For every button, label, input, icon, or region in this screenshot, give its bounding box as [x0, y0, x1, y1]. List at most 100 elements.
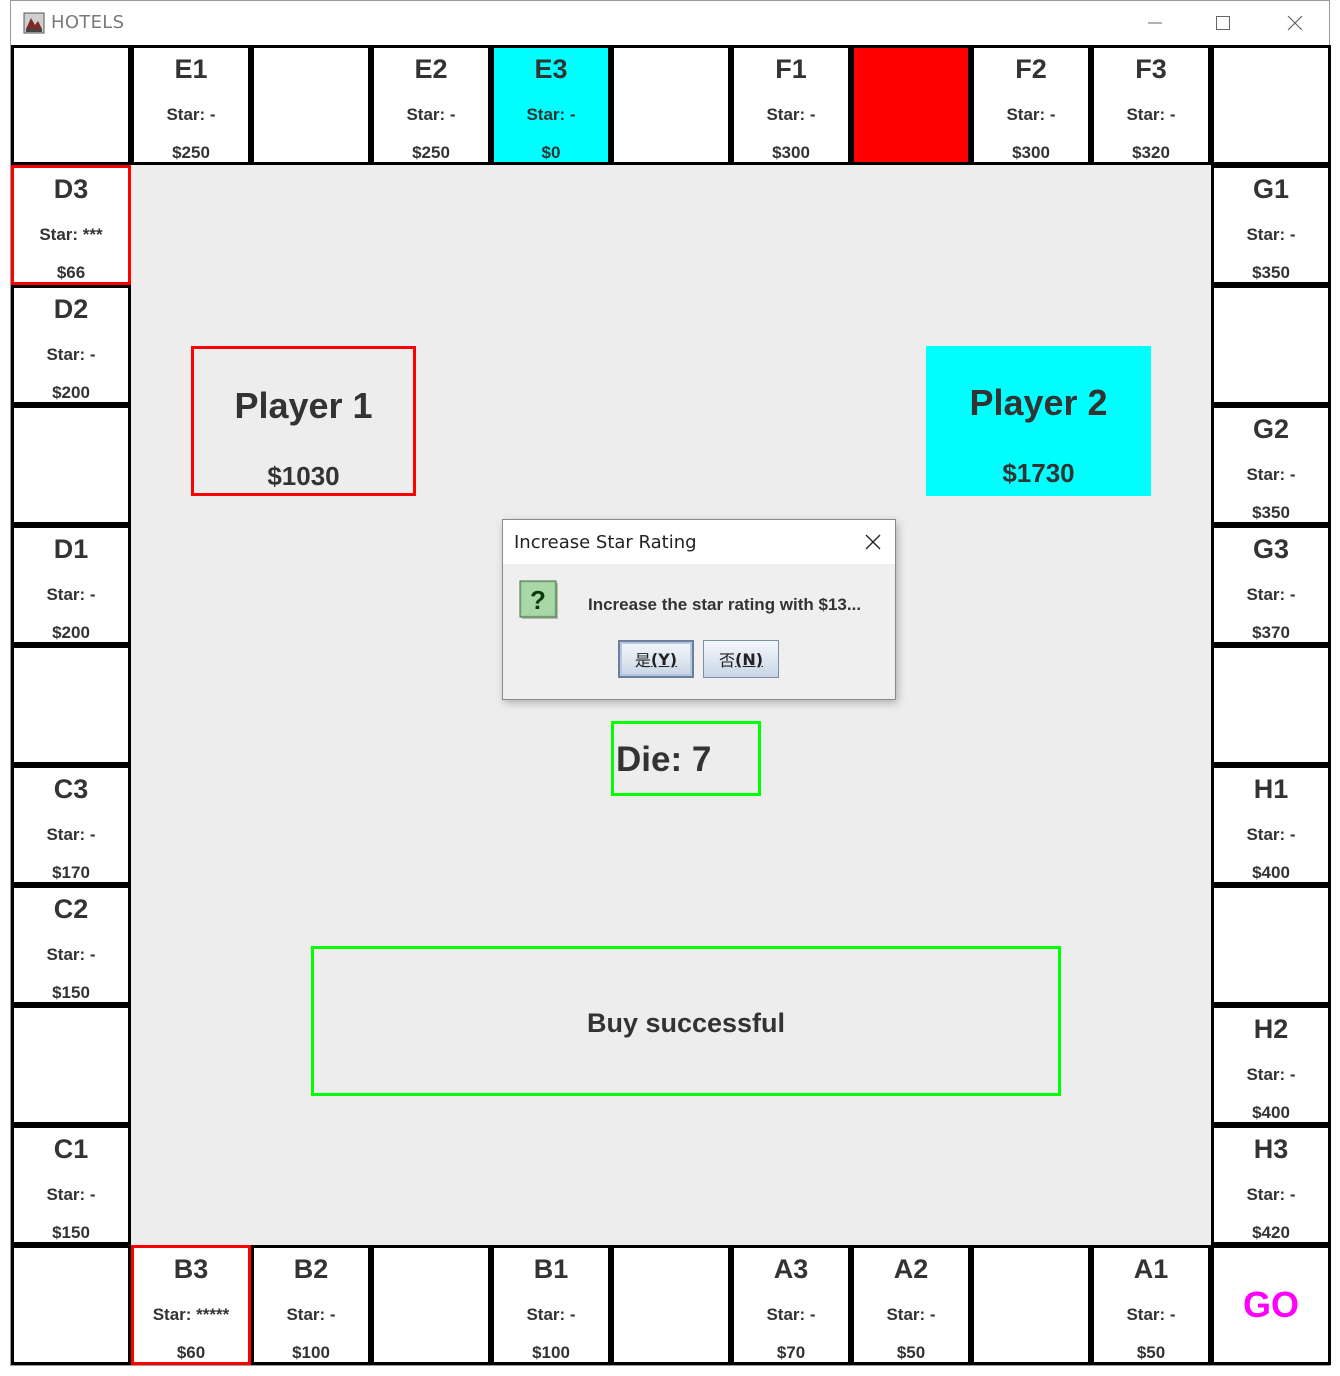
dialog-close-button[interactable] — [859, 528, 887, 556]
board-cell-h3: H3 Star: - $420 — [1211, 1125, 1331, 1245]
board-cell-e2: E2 Star: - $250 — [371, 45, 491, 165]
board-cell-d3: D3 Star: *** $66 — [11, 165, 131, 285]
star-rating: Star: - — [1246, 1185, 1296, 1204]
hotel-price: $60 — [176, 1343, 206, 1362]
yes-button-mnemonic: (Y) — [650, 649, 678, 669]
hotel-price: $350 — [1252, 263, 1290, 282]
star-rating: Star: - — [1246, 1065, 1296, 1084]
star-rating: Star: - — [46, 1185, 96, 1204]
star-rating: Star: - — [1006, 105, 1056, 124]
board-cell-blank — [11, 405, 131, 525]
board-cell-a2: A2 Star: - $50 — [851, 1245, 971, 1365]
board-cell-blank — [971, 1245, 1091, 1365]
hotel-price: $200 — [52, 383, 90, 402]
hotel-name: H3 — [1253, 1134, 1289, 1164]
hotel-name: B2 — [293, 1254, 329, 1284]
no-button-label: 否 — [718, 651, 735, 670]
board-cell-blank — [611, 45, 731, 165]
title-bar[interactable]: HOTELS — [11, 1, 1329, 45]
svg-text:?: ? — [530, 585, 546, 615]
star-rating: Star: - — [46, 825, 96, 844]
hotel-name: D3 — [53, 174, 89, 204]
board-cell-b1: B1 Star: - $100 — [491, 1245, 611, 1365]
board-cell-go: GO — [1211, 1245, 1331, 1365]
hotel-name: C3 — [53, 774, 89, 804]
dialog-title: Increase Star Rating — [514, 532, 697, 553]
yes-button[interactable]: 是 (Y) — [618, 640, 694, 678]
board-cell-b2: B2 Star: - $100 — [251, 1245, 371, 1365]
board-cell-blank — [11, 645, 131, 765]
hotel-price: $0 — [541, 143, 561, 162]
hotel-name: C1 — [53, 1134, 89, 1164]
star-rating: Star: - — [46, 585, 96, 604]
hotel-name: F3 — [1135, 54, 1167, 84]
board-cell-d1: D1 Star: - $200 — [11, 525, 131, 645]
star-rating: Star: - — [526, 105, 576, 124]
star-rating: Star: - — [766, 105, 816, 124]
hotel-price: $300 — [772, 143, 810, 162]
board-cell-a3: A3 Star: - $70 — [731, 1245, 851, 1365]
hotel-price: $400 — [1252, 1103, 1290, 1122]
yes-button-label: 是 — [634, 651, 651, 670]
star-rating: Star: - — [286, 1305, 336, 1324]
hotel-price: $350 — [1252, 503, 1290, 522]
hotel-name: E3 — [534, 54, 568, 84]
window-title: HOTELS — [51, 12, 125, 33]
no-button-mnemonic: (N) — [735, 649, 764, 669]
star-rating: Star: - — [46, 945, 96, 964]
hotel-price: $50 — [896, 1343, 926, 1362]
hotel-price: $200 — [52, 623, 90, 642]
game-board: GO A1 Star: - $50 A2 Star: - $50 A3 Star: - $70 B1… — [11, 45, 1331, 1365]
star-rating: Star: - — [166, 105, 216, 124]
close-icon — [865, 534, 881, 550]
star-rating: Star: ***** — [152, 1305, 230, 1324]
maximize-button[interactable] — [1203, 7, 1243, 39]
no-button[interactable]: 否 (N) — [703, 640, 779, 678]
board-cell-blank — [1211, 645, 1331, 765]
board-cell-blank — [11, 1005, 131, 1125]
hotel-price: $250 — [172, 143, 210, 162]
status-message-text: Buy successful — [586, 1008, 786, 1038]
hotel-price: $66 — [56, 263, 86, 282]
hotel-price: $150 — [52, 983, 90, 1002]
star-rating: Star: - — [1246, 585, 1296, 604]
hotel-name: A2 — [893, 1254, 929, 1284]
board-cell-h2: H2 Star: - $400 — [1211, 1005, 1331, 1125]
hotel-price: $150 — [52, 1223, 90, 1242]
board-cell-e3: E3 Star: - $0 — [491, 45, 611, 165]
hotel-name: H2 — [1253, 1014, 1289, 1044]
player-1-money: $1030 — [267, 461, 340, 491]
hotel-price: $320 — [1132, 143, 1170, 162]
minimize-button[interactable] — [1135, 7, 1175, 39]
hotel-name: G3 — [1252, 534, 1290, 564]
board-cell-g2: G2 Star: - $350 — [1211, 405, 1331, 525]
hotel-price: $50 — [1136, 1343, 1166, 1362]
dialog-title-bar[interactable]: Increase Star Rating — [503, 520, 895, 564]
player-1-label: Player 1 — [234, 385, 373, 426]
app-icon — [23, 12, 45, 34]
hotel-name: B3 — [173, 1254, 209, 1284]
board-cell-g1: G1 Star: - $350 — [1211, 165, 1331, 285]
star-rating: Star: - — [1126, 1305, 1176, 1324]
dialog-message: Increase the star rating with $13... — [588, 595, 862, 614]
hotel-name: E2 — [414, 54, 448, 84]
star-rating: Star: - — [1246, 825, 1296, 844]
board-cell-blank — [1211, 885, 1331, 1005]
close-icon — [1287, 15, 1303, 31]
close-button[interactable] — [1275, 7, 1315, 39]
hotel-price: $100 — [532, 1343, 570, 1362]
star-rating: Star: - — [1246, 225, 1296, 244]
board-cell-f1: F1 Star: - $300 — [731, 45, 851, 165]
hotel-name: A3 — [773, 1254, 809, 1284]
status-message: Buy successful — [311, 946, 1061, 1096]
board-cell-c2: C2 Star: - $150 — [11, 885, 131, 1005]
hotel-price: $70 — [776, 1343, 806, 1362]
hotel-name: B1 — [533, 1254, 569, 1284]
board-cell-blank — [1211, 285, 1331, 405]
go-label: GO — [1242, 1284, 1299, 1325]
question-icon: ? — [519, 580, 559, 620]
hotel-name: D2 — [53, 294, 89, 324]
board-cell-blank — [1211, 45, 1331, 165]
board-cell-b3: B3 Star: ***** $60 — [131, 1245, 251, 1365]
hotel-name: F2 — [1015, 54, 1047, 84]
